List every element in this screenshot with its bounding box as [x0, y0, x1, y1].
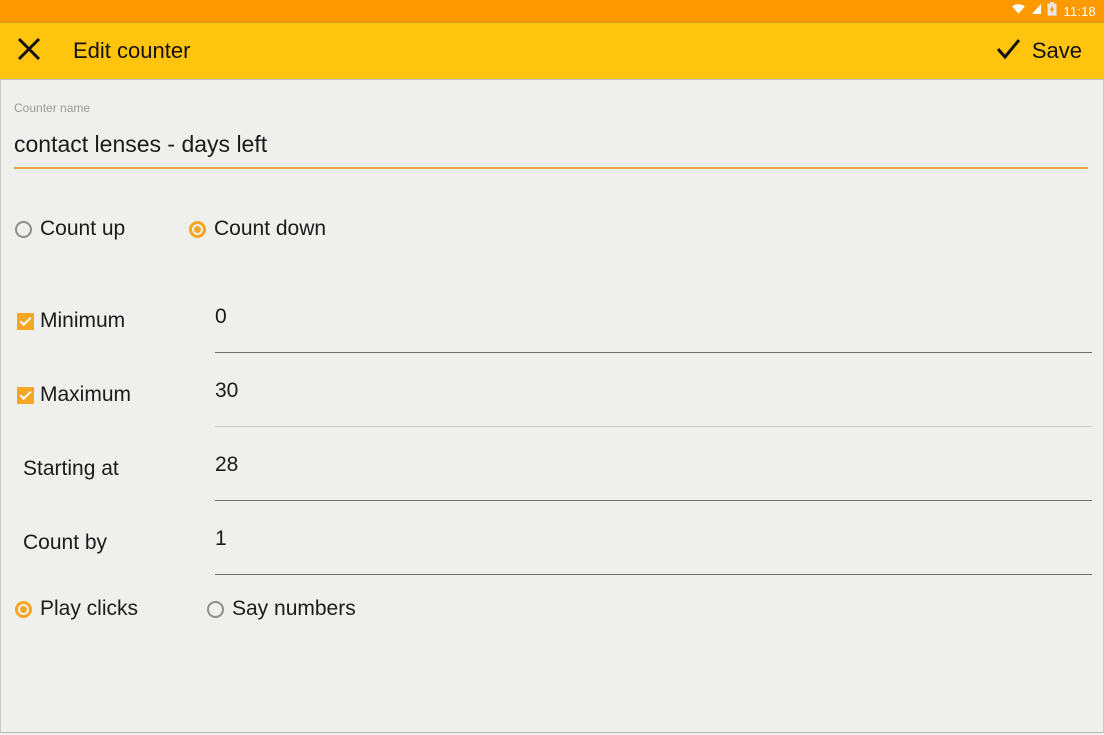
row-starting-at: Starting at 28: [1, 443, 1103, 517]
app-bar-left: Edit counter: [0, 23, 190, 79]
signal-icon: [1031, 2, 1042, 20]
form-content: Counter name contact lenses - days left …: [0, 80, 1104, 733]
status-bar-clock: 11:18: [1063, 3, 1096, 19]
close-button[interactable]: [0, 23, 58, 79]
starting-at-input[interactable]: 28: [215, 452, 1092, 478]
close-icon: [16, 36, 42, 67]
radio-count-up-label: Count up: [40, 217, 126, 240]
check-icon: [996, 38, 1021, 65]
counter-name-caption: Counter name: [14, 101, 91, 115]
radio-say-numbers[interactable]: Say numbers: [207, 597, 356, 621]
minimum-input-wrapper[interactable]: 0: [215, 304, 1092, 353]
row-minimum-left: Minimum: [17, 308, 125, 334]
radio-count-down[interactable]: Count down: [189, 217, 326, 241]
radio-say-numbers-label: Say numbers: [232, 597, 356, 620]
count-by-underline: [215, 574, 1092, 575]
row-maximum-label: Maximum: [40, 383, 132, 406]
radio-on-icon: [189, 220, 206, 238]
counter-name-field[interactable]: Counter name contact lenses - days left: [14, 101, 1088, 169]
counter-name-underline: [14, 167, 1088, 169]
page-title: Edit counter: [73, 38, 191, 63]
status-bar: 11:18: [0, 0, 1104, 22]
checkbox-maximum[interactable]: [17, 386, 34, 404]
row-starting-at-label: Starting at: [23, 457, 119, 480]
row-count-by: Count by 1: [1, 517, 1103, 591]
radio-count-up[interactable]: Count up: [15, 217, 189, 241]
radio-on-icon: [15, 600, 32, 618]
count-by-input[interactable]: 1: [215, 526, 1092, 552]
row-maximum: Maximum 30: [1, 369, 1103, 443]
counter-name-input[interactable]: contact lenses - days left: [14, 130, 1088, 158]
app-bar: Edit counter Save: [0, 22, 1104, 80]
maximum-input-wrapper[interactable]: 30: [215, 378, 1092, 427]
count-by-input-wrapper[interactable]: 1: [215, 526, 1092, 575]
save-button[interactable]: Save: [996, 38, 1104, 65]
radio-play-clicks-label: Play clicks: [40, 597, 139, 620]
status-icon-group: [1011, 1, 1057, 21]
wifi-icon: [1011, 2, 1026, 20]
row-count-by-label: Count by: [23, 531, 108, 554]
minimum-input[interactable]: 0: [215, 304, 1092, 330]
edit-counter-screen: 11:18 Edit counter Save Counter name con…: [0, 0, 1104, 735]
radio-off-icon: [15, 220, 32, 238]
battery-charging-icon: [1047, 1, 1057, 21]
radio-play-clicks[interactable]: Play clicks: [15, 597, 207, 621]
row-maximum-left: Maximum: [17, 382, 131, 408]
direction-radio-group: Count up Count down: [15, 217, 326, 241]
row-minimum: Minimum 0: [1, 295, 1103, 369]
radio-off-icon: [207, 600, 224, 618]
minimum-underline: [215, 352, 1092, 353]
maximum-input[interactable]: 30: [215, 378, 1092, 404]
row-starting-at-left: Starting at: [23, 456, 119, 482]
row-minimum-label: Minimum: [40, 309, 126, 332]
starting-at-underline: [215, 500, 1092, 501]
sound-radio-group: Play clicks Say numbers: [15, 597, 356, 621]
starting-at-input-wrapper[interactable]: 28: [215, 452, 1092, 501]
save-button-label: Save: [1031, 38, 1082, 63]
radio-count-down-label: Count down: [214, 217, 327, 240]
maximum-underline: [215, 426, 1092, 427]
checkbox-minimum[interactable]: [17, 312, 34, 330]
row-count-by-left: Count by: [23, 530, 107, 556]
